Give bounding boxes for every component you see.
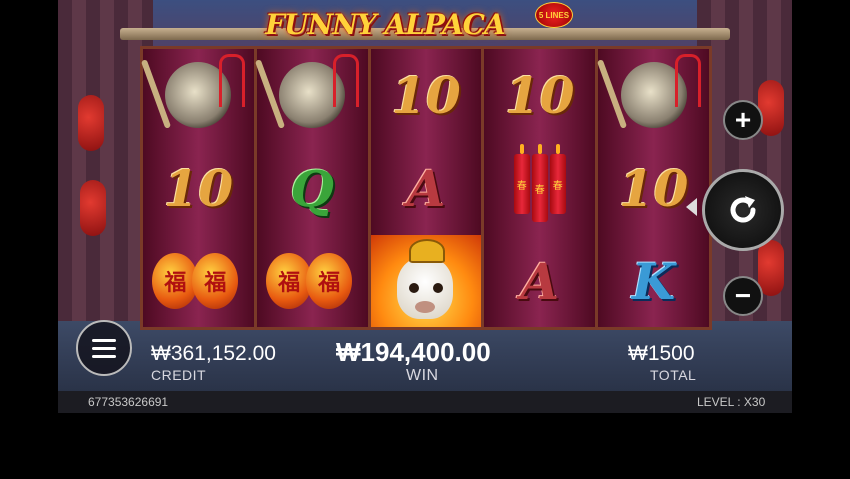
win-label: WIN — [406, 367, 439, 384]
gong-icon — [596, 54, 701, 129]
gong-icon — [141, 54, 246, 129]
symbol-a: A — [520, 251, 560, 311]
game-logo: FUNNY ALPACA — [265, 4, 505, 44]
alpaca-eye — [432, 283, 443, 293]
total-bet-value: ₩1500 — [628, 342, 695, 365]
right-lantern-icon — [758, 80, 784, 136]
credit-label: CREDIT — [151, 367, 207, 383]
reel-4: 10 春 春 春 A — [484, 49, 599, 327]
spin-button[interactable] — [702, 169, 784, 251]
credit-value: ₩361,152.00 — [151, 342, 276, 365]
lantern-icon: 福 — [192, 253, 239, 309]
lantern-icon: 福 — [306, 253, 353, 309]
left-lantern-icon — [80, 180, 106, 236]
level-indicator: LEVEL : X30 — [697, 395, 766, 409]
lines-badge: 5 LINES — [535, 2, 573, 28]
symbol-alpaca-wild — [370, 235, 482, 327]
firecracker-icon: 春 春 春 — [513, 144, 566, 222]
symbol-ten: 10 — [504, 65, 575, 125]
right-lantern-icon — [758, 240, 784, 296]
gong-icon — [255, 54, 360, 129]
symbol-ten: 10 — [163, 158, 234, 218]
symbol-ten: 10 — [391, 65, 461, 125]
reel-5: 10 K — [596, 49, 709, 327]
spin-left-arrow-icon — [686, 198, 697, 216]
decrease-bet-button[interactable]: − — [723, 276, 763, 316]
symbol-lanterns: 福 福 — [143, 235, 254, 327]
total-bet-label: TOTAL — [650, 367, 697, 383]
footer-bar — [58, 391, 792, 413]
session-id: 677353626691 — [88, 395, 169, 409]
alpaca-eye — [408, 283, 419, 293]
symbol-k: K — [631, 251, 676, 311]
left-lantern-icon — [78, 95, 104, 151]
symbol-gong — [255, 49, 368, 141]
increase-bet-button[interactable]: + — [723, 100, 763, 140]
alpaca-nose — [414, 301, 435, 313]
menu-button[interactable] — [76, 320, 132, 376]
win-value: ₩194,400.00 — [336, 337, 491, 367]
refresh-icon — [730, 196, 756, 223]
symbol-ten: 10 — [618, 158, 689, 218]
symbol-gong — [596, 49, 709, 141]
symbol-gong — [141, 49, 254, 141]
reel-2: Q 福 福 — [255, 49, 371, 327]
hamburger-icon — [92, 338, 116, 342]
symbol-firecrackers: 春 春 春 — [484, 142, 595, 234]
symbol-a: A — [406, 158, 446, 218]
alpaca-hat-icon — [408, 239, 445, 263]
reel-1: 10 福 福 — [141, 49, 257, 327]
symbol-lanterns: 福 福 — [257, 235, 368, 327]
logo-title: FUNNY ALPACA — [265, 7, 505, 41]
reel-grid: 10 福 福 Q 福 福 10 A 10 春 春 春 A 10 K — [140, 46, 712, 330]
reel-3: 10 A — [370, 49, 485, 327]
symbol-q: Q — [290, 158, 334, 218]
